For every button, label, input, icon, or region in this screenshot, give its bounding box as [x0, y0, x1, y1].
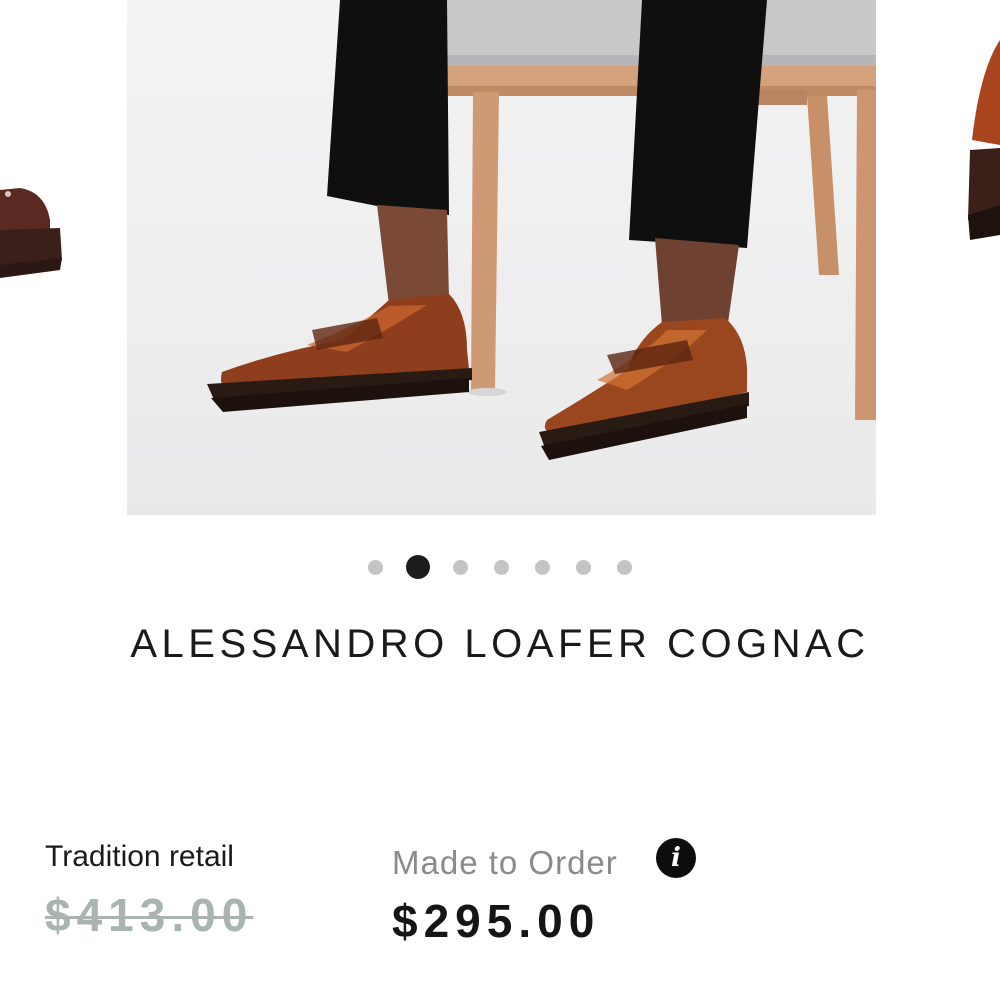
next-slide-image[interactable]: [960, 30, 1000, 250]
previous-slide-image[interactable]: [0, 170, 70, 310]
carousel-dot[interactable]: [368, 559, 383, 575]
carousel-dot[interactable]: [576, 559, 591, 575]
product-image-carousel[interactable]: [0, 0, 1000, 520]
carousel-dot[interactable]: [453, 559, 468, 575]
carousel-dot[interactable]: [617, 559, 632, 575]
carousel-dot-active[interactable]: [406, 555, 430, 579]
carousel-dot[interactable]: [494, 559, 509, 575]
carousel-pagination: [0, 555, 1000, 579]
retail-price: $413.00: [45, 889, 254, 941]
info-icon[interactable]: i: [656, 838, 696, 878]
carousel-dot[interactable]: [535, 559, 550, 575]
product-image-main[interactable]: [127, 0, 876, 515]
product-title: ALESSANDRO LOAFER COGNAC: [130, 622, 870, 666]
retail-price-label: Tradition retail: [45, 840, 234, 873]
made-to-order-price: $295.00: [392, 895, 601, 947]
made-to-order-label: Made to Order: [392, 844, 618, 881]
